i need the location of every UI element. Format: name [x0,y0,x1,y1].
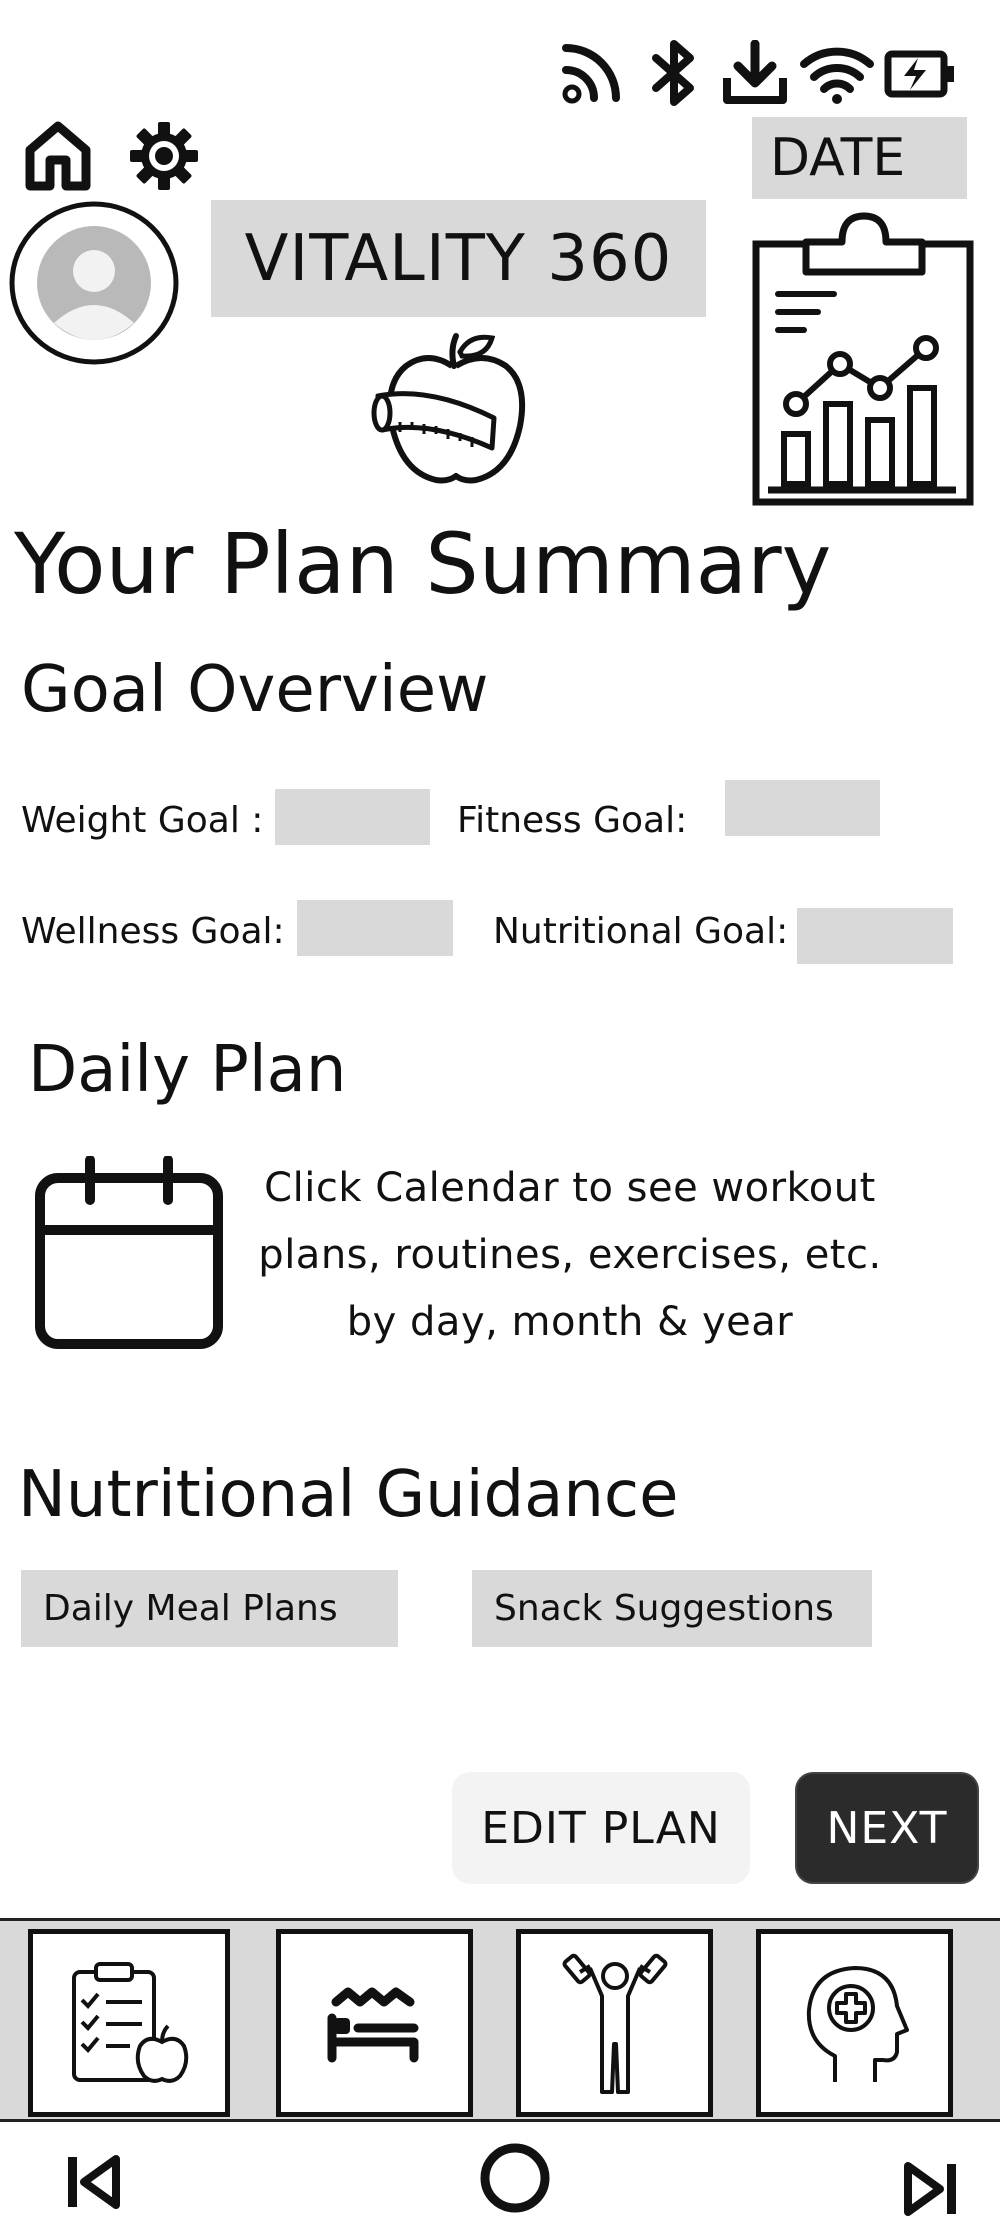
head-medical-icon [806,1966,909,2082]
gear-icon [130,122,198,190]
skip-forward-icon [904,2162,956,2216]
wellness-goal-label: Wellness Goal: [21,911,285,952]
clipboard-chart-icon [750,208,976,508]
calendar-icon [35,1156,223,1349]
goal-overview-title: Goal Overview [21,653,489,727]
app-title: VITALITY 360 [244,221,673,296]
weight-goal-field[interactable] [275,789,430,845]
bottom-tab-bar [0,1918,1000,2122]
settings-button[interactable] [128,120,200,192]
tab-fitness[interactable] [516,1929,713,2117]
weight-goal-label: Weight Goal : [21,800,264,841]
daily-plan-line-2: plans, routines, exercises, etc. [258,1232,882,1278]
skip-back-icon [68,2155,120,2209]
bed-icon [327,1987,418,2063]
nutritional-guidance-title: Nutritional Guidance [18,1458,679,1532]
daily-plan-line-1: Click Calendar to see workout [264,1165,876,1211]
home-circle-icon [480,2143,550,2213]
daily-plan-line-3: by day, month & year [346,1299,794,1345]
nutritional-goal-field[interactable] [797,908,953,964]
apple-measuring-tape-icon [370,330,540,490]
daily-meal-plans-button[interactable]: Daily Meal Plans [21,1570,398,1647]
cast-icon [562,40,624,104]
daily-plan-description: Click Calendar to see workout plans, rou… [240,1155,900,1356]
bluetooth-icon [650,40,698,106]
wifi-icon [800,46,874,104]
battery-charging-icon [884,50,956,98]
skip-back-button[interactable] [64,2153,122,2211]
tab-mental-health[interactable] [756,1929,953,2117]
fitness-goal-field[interactable] [725,780,880,836]
date-box[interactable]: DATE [752,117,967,199]
fitness-goal-label: Fitness Goal: [457,800,688,841]
page-title: Your Plan Summary [14,515,832,613]
edit-plan-button[interactable]: EDIT PLAN [452,1772,750,1884]
home-nav-button[interactable] [480,2143,550,2213]
wellness-goal-field[interactable] [297,900,453,956]
home-icon [25,121,91,191]
avatar[interactable] [8,201,180,365]
nutritional-goal-label: Nutritional Goal: [493,911,789,952]
home-button[interactable] [22,120,94,192]
tab-sleep[interactable] [276,1929,473,2117]
tab-plan[interactable] [28,1929,230,2117]
daily-plan-title: Daily Plan [28,1033,347,1107]
checklist-apple-icon [72,1962,189,2083]
calendar-button[interactable] [34,1156,224,1350]
skip-forward-button[interactable] [902,2160,960,2218]
snack-suggestions-button[interactable]: Snack Suggestions [472,1570,872,1647]
download-icon [722,40,788,106]
next-button[interactable]: NEXT [795,1772,979,1884]
date-label: DATE [770,128,906,188]
weightlifter-icon [562,1953,667,2094]
app-title-box: VITALITY 360 [211,200,706,317]
